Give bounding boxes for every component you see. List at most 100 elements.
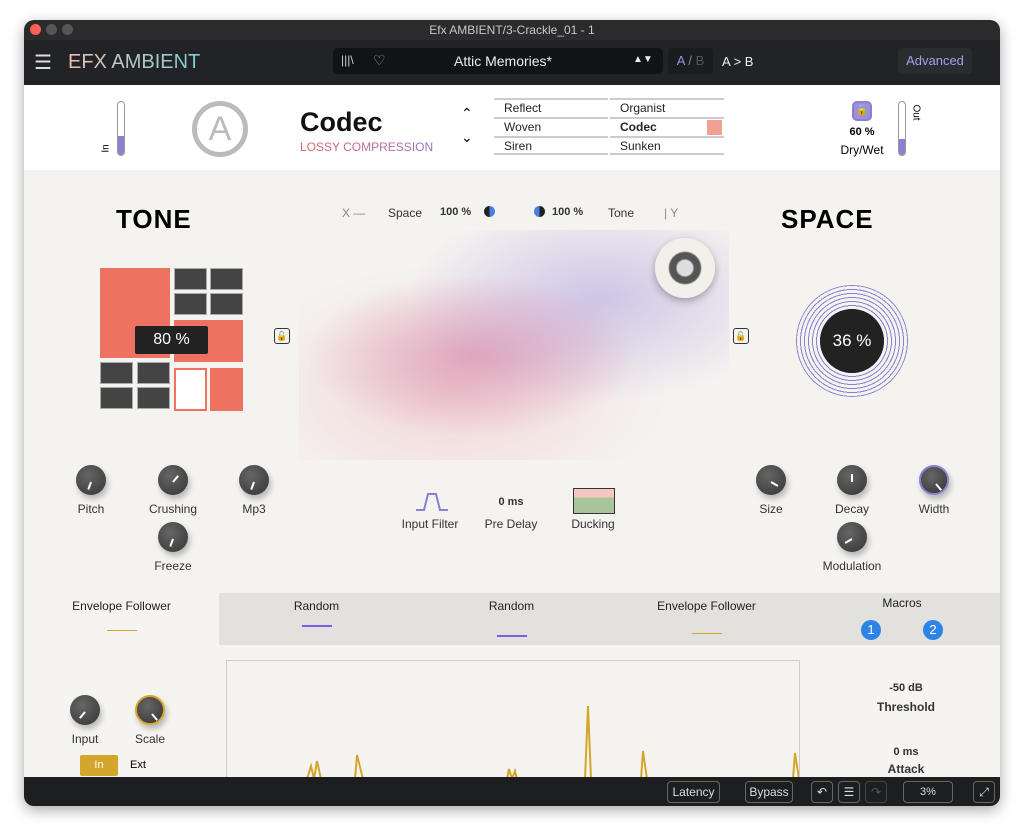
minimize-window-button[interactable] — [46, 24, 57, 35]
attack-label: Attack — [866, 762, 946, 776]
resize-icon[interactable]: ⤢ — [973, 781, 995, 803]
mode-subtitle: LOSSY COMPRESSION — [300, 140, 433, 154]
decay-label: Decay — [812, 502, 892, 516]
selected-indicator — [707, 120, 722, 135]
input-level-slider[interactable] — [117, 101, 125, 156]
macro-2-button[interactable]: 2 — [923, 620, 943, 640]
preset-name[interactable]: Attic Memories* — [393, 53, 613, 69]
a-to-b-button[interactable]: A > B — [722, 54, 753, 69]
modulation-knob[interactable] — [837, 522, 867, 552]
tab-label: Envelope Follower — [609, 599, 804, 613]
in-label: In — [101, 144, 112, 152]
plugin-window: Efx AMBIENT/3-Crackle_01 - 1 ☰ EFX AMBIE… — [24, 20, 1000, 806]
ab-switch[interactable]: A / B — [668, 48, 713, 74]
mode-item-reflect[interactable]: Reflect — [494, 98, 608, 117]
mode-item-woven[interactable]: Woven — [494, 117, 608, 136]
macros-label: Macros — [804, 596, 1000, 610]
mode-list-left: Reflect Woven Siren — [494, 98, 608, 155]
ab-a[interactable]: A — [677, 53, 685, 68]
tone-lock-icon[interactable]: 🔓 — [274, 328, 290, 344]
cpu-meter: 3% — [903, 781, 953, 803]
width-label: Width — [894, 502, 974, 516]
space-lock-icon[interactable]: 🔓 — [733, 328, 749, 344]
mode-up-icon[interactable]: ⌃ — [461, 105, 473, 122]
scale-knob[interactable] — [135, 695, 165, 725]
freeze-knob[interactable] — [158, 522, 188, 552]
mode-item-codec-label: Codec — [620, 120, 657, 134]
tab-envelope-follower-2[interactable]: Envelope Follower — [609, 593, 804, 645]
x-label: X — — [342, 206, 365, 220]
crushing-knob[interactable] — [158, 465, 188, 495]
header: ☰ EFX AMBIENT |||\ ♡ Attic Memories* ▲▼ … — [24, 40, 1000, 85]
mode-name: Codec — [300, 107, 383, 138]
threshold-label: Threshold — [866, 700, 946, 714]
ducking-control[interactable] — [573, 488, 615, 514]
app-name: EFX AMBIENT — [68, 51, 200, 74]
mode-item-siren[interactable]: Siren — [494, 136, 608, 155]
tone-grid-control[interactable]: 80 % — [100, 268, 243, 411]
latency-button[interactable]: Latency — [667, 781, 720, 803]
envelope-panel: Input Scale In Ext -50 dB Threshold 0 ms… — [24, 645, 1000, 777]
redo-icon[interactable]: ↷ — [865, 781, 887, 803]
footer-bar: Latency Bypass ↶ ☰ ↷ 3% ⤢ — [24, 777, 1000, 806]
mp3-label: Mp3 — [214, 502, 294, 516]
mode-down-icon[interactable]: ⌄ — [461, 129, 473, 146]
in-button[interactable]: In — [80, 755, 118, 776]
mode-item-sunken[interactable]: Sunken — [610, 136, 724, 155]
ext-button[interactable]: Ext — [130, 759, 146, 771]
pitch-knob[interactable] — [76, 465, 106, 495]
xy-handle[interactable] — [655, 238, 715, 298]
input-filter-label: Input Filter — [390, 517, 470, 531]
space-axis-knob-icon[interactable] — [484, 206, 495, 217]
dry-wet-label[interactable]: Dry/Wet — [832, 143, 892, 157]
modulator-tabs: Envelope Follower Random Random Envelope… — [24, 593, 1000, 645]
ab-sep: / — [688, 53, 692, 68]
lock-icon[interactable]: 🔒 — [852, 101, 872, 121]
size-label: Size — [731, 502, 811, 516]
macro-1-button[interactable]: 1 — [861, 620, 881, 640]
tab-random-2[interactable]: Random — [414, 593, 609, 645]
mode-list-right: Organist Codec Sunken — [610, 98, 724, 155]
space-value: 36 % — [820, 309, 884, 373]
tab-label: Envelope Follower — [24, 599, 219, 613]
space-axis-pct: 100 % — [440, 206, 471, 218]
bypass-button[interactable]: Bypass — [745, 781, 793, 803]
tab-envelope-follower-1[interactable]: Envelope Follower — [24, 593, 219, 645]
pre-delay-value[interactable]: 0 ms — [471, 496, 551, 508]
advanced-button[interactable]: Advanced — [898, 48, 972, 74]
menu-icon[interactable]: ☰ — [34, 50, 52, 75]
tab-random-1[interactable]: Random — [219, 593, 414, 645]
ab-b[interactable]: B — [696, 53, 705, 68]
main-panel: TONE SPACE X — Space 100 % 100 % Tone | … — [24, 170, 1000, 593]
xy-pad[interactable] — [299, 230, 729, 460]
tab-label: Random — [219, 599, 414, 613]
mp3-knob[interactable] — [239, 465, 269, 495]
undo-icon[interactable]: ↶ — [811, 781, 833, 803]
mode-item-organist[interactable]: Organist — [610, 98, 724, 117]
size-knob[interactable] — [756, 465, 786, 495]
history-icon[interactable]: ☰ — [838, 781, 860, 803]
input-filter-icon[interactable] — [414, 490, 450, 512]
input-knob[interactable] — [70, 695, 100, 725]
space-dial[interactable]: 36 % — [796, 285, 908, 397]
close-window-button[interactable] — [30, 24, 41, 35]
attack-value[interactable]: 0 ms — [866, 746, 946, 758]
space-axis-label: Space — [388, 206, 422, 220]
heart-icon[interactable]: ♡ — [373, 52, 386, 69]
title-bar: Efx AMBIENT/3-Crackle_01 - 1 — [24, 20, 1000, 40]
width-knob[interactable] — [919, 465, 949, 495]
preset-prev-next-icon[interactable]: ▲▼ — [633, 54, 653, 65]
zoom-window-button[interactable] — [62, 24, 73, 35]
tone-axis-knob-icon[interactable] — [534, 206, 545, 217]
scale-label: Scale — [110, 732, 190, 746]
freeze-label: Freeze — [133, 559, 213, 573]
decay-knob[interactable] — [837, 465, 867, 495]
ducking-label: Ducking — [553, 517, 633, 531]
output-level-slider[interactable] — [898, 101, 906, 156]
tone-title: TONE — [116, 204, 192, 235]
library-icon[interactable]: |||\ — [341, 53, 354, 67]
threshold-value[interactable]: -50 dB — [866, 682, 946, 694]
crushing-label: Crushing — [133, 502, 213, 516]
envelope-icon — [692, 633, 722, 634]
mode-item-codec[interactable]: Codec — [610, 117, 724, 136]
